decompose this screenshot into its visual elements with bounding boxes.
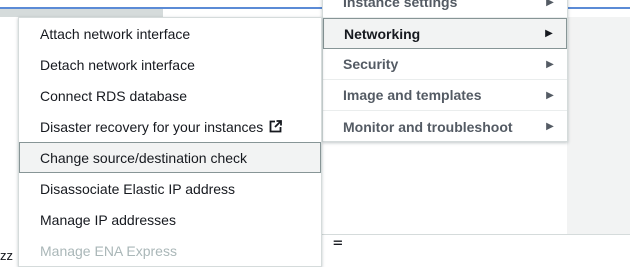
menu-item-label: Monitor and troubleshoot <box>343 118 513 135</box>
networking-submenu: Attach network interface Detach network … <box>18 17 322 267</box>
menu-item-disaster-recovery[interactable]: Disaster recovery for your instances <box>19 111 321 142</box>
menu-item-label: Security <box>343 56 399 72</box>
caret-right-icon: ▶ <box>545 28 553 39</box>
horizontal-scrollbar[interactable] <box>0 9 163 17</box>
menu-item-label: Manage IP addresses <box>40 211 176 228</box>
menu-item-attach-network-interface[interactable]: Attach network interface <box>19 18 321 49</box>
divider-line <box>322 234 630 235</box>
menu-item-change-source-destination-check[interactable]: Change source/destination check <box>19 142 321 173</box>
external-link-icon <box>269 120 283 133</box>
menu-item-label: Connect RDS database <box>40 87 188 104</box>
menu-item-security[interactable]: Security ▶ <box>323 49 567 80</box>
caret-right-icon: ▶ <box>546 121 554 132</box>
menu-item-monitor-and-troubleshoot[interactable]: Monitor and troubleshoot ▶ <box>323 111 567 142</box>
menu-item-image-and-templates[interactable]: Image and templates ▶ <box>323 80 567 111</box>
menu-item-connect-rds-database[interactable]: Connect RDS database <box>19 80 321 111</box>
menu-item-label: Disassociate Elastic IP address <box>40 180 236 197</box>
menu-item-manage-ena-express: Manage ENA Express <box>19 235 321 266</box>
menu-item-label: Disaster recovery for your instances <box>40 118 264 135</box>
menu-item-label: Manage ENA Express <box>40 242 177 259</box>
menu-item-manage-ip-addresses[interactable]: Manage IP addresses <box>19 204 321 235</box>
caret-right-icon: ▶ <box>546 58 554 70</box>
menu-item-instance-settings[interactable]: Instance settings ▶ <box>323 0 567 18</box>
drag-handle-icon[interactable]: = <box>333 233 343 252</box>
menu-item-detach-network-interface[interactable]: Detach network interface <box>19 49 321 80</box>
content-panel-background <box>567 17 630 235</box>
caret-right-icon: ▶ <box>546 89 554 101</box>
menu-item-disassociate-elastic-ip[interactable]: Disassociate Elastic IP address <box>19 173 321 204</box>
menu-item-label: Instance settings <box>343 0 458 10</box>
caret-right-icon: ▶ <box>546 0 554 8</box>
menu-item-label: Attach network interface <box>40 25 191 42</box>
truncated-cell-text: zz <box>0 248 13 263</box>
menu-item-label: Detach network interface <box>40 56 195 73</box>
menu-item-label: Image and templates <box>343 87 482 103</box>
actions-menu: Instance settings ▶ Networking ▶ Securit… <box>322 0 568 142</box>
menu-item-label: Networking <box>344 25 421 42</box>
menu-item-label: Change source/destination check <box>40 149 248 166</box>
menu-item-networking[interactable]: Networking ▶ <box>323 18 567 49</box>
